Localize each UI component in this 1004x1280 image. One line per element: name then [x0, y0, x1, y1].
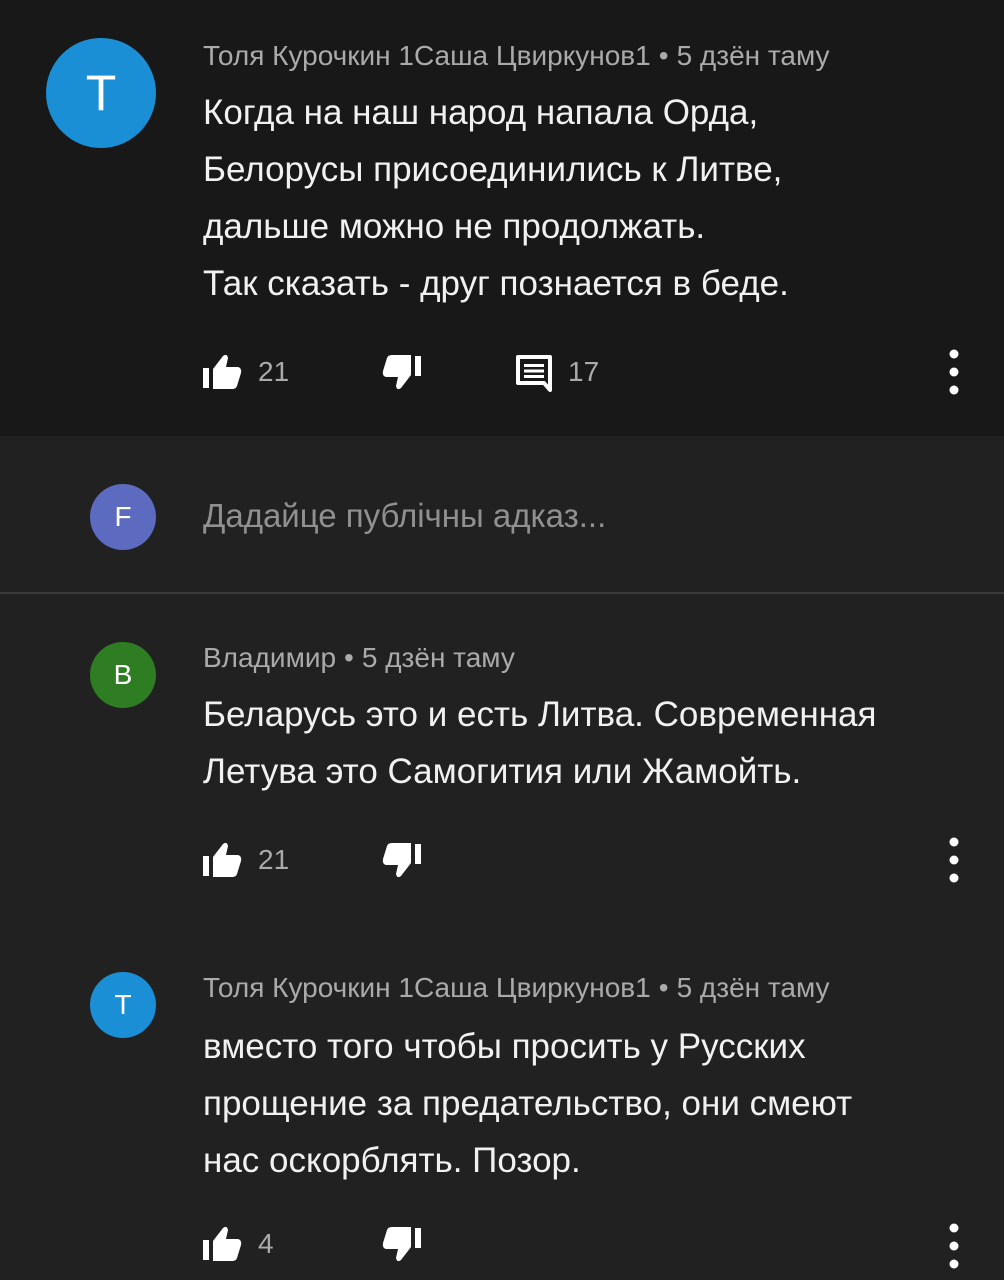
comment-line: дальше можно не продолжать.: [203, 207, 706, 246]
avatar-letter: F: [114, 501, 132, 532]
avatar-letter: T: [85, 65, 117, 121]
thumb-up-icon: [203, 842, 242, 877]
dislike-button[interactable]: [380, 840, 424, 880]
more-vert-icon[interactable]: [944, 1222, 964, 1270]
comment-line: Летува это Самогития или Жамойть.: [203, 752, 802, 791]
comment-text: Беларусь это и есть Литва. Современная Л…: [203, 686, 876, 800]
comment-line: Белорусы присоединились к Литве,: [203, 150, 783, 189]
like-count: 4: [258, 1228, 274, 1259]
comment-line: Когда на наш народ напала Орда,: [203, 93, 759, 132]
comment-author[interactable]: Толя Курочкин 1Саша Цвиркунов1: [203, 972, 651, 1003]
meta-separator: •: [658, 972, 669, 1003]
avatar-letter: B: [113, 659, 133, 690]
like-button[interactable]: 21: [200, 840, 289, 880]
divider: [0, 592, 1004, 594]
thumb-down-icon: [382, 1227, 421, 1262]
comment-time[interactable]: 5 дзён таму: [677, 972, 830, 1003]
thumb-down-icon: [382, 843, 421, 878]
avatar[interactable]: T: [90, 972, 156, 1038]
reply-count: 17: [568, 356, 600, 387]
avatar[interactable]: T: [46, 38, 156, 148]
comment-text: вместо того чтобы просить у Русских прощ…: [203, 1018, 852, 1189]
comment-icon: [516, 355, 552, 392]
comment-author[interactable]: Владимир: [203, 642, 336, 673]
like-button[interactable]: 4: [200, 1224, 274, 1264]
meta-separator: •: [344, 642, 354, 673]
comment-time[interactable]: 5 дзён таму: [677, 40, 830, 71]
dislike-button[interactable]: [380, 1224, 424, 1264]
like-count: 21: [258, 356, 290, 387]
thumb-down-icon: [382, 355, 421, 390]
comment-line: Беларусь это и есть Литва. Современная: [203, 695, 877, 734]
comment-line: Так сказать - друг познается в беде.: [203, 264, 789, 303]
meta-separator: •: [658, 40, 669, 71]
like-count: 21: [258, 844, 290, 875]
thumb-up-icon: [203, 1226, 242, 1261]
comment-meta: Толя Курочкин 1Саша Цвиркунов1 • 5 дзён та…: [203, 40, 830, 72]
comment-line: нас оскорблять. Позор.: [203, 1141, 581, 1180]
avatar[interactable]: B: [90, 642, 156, 708]
user-avatar: F: [90, 484, 156, 550]
comment-time[interactable]: 5 дзён таму: [362, 642, 515, 673]
reply-composer: F Дадайце публічны адказ...: [0, 436, 1004, 592]
reply-input[interactable]: Дадайце публічны адказ...: [203, 497, 606, 535]
dislike-button[interactable]: [380, 352, 424, 392]
comment-line: вместо того чтобы просить у Русских: [203, 1027, 806, 1066]
comment-meta: Владимир • 5 дзён таму: [203, 642, 515, 674]
like-button[interactable]: 21: [200, 352, 289, 392]
comment-text: Когда на наш народ напала Орда, Белорусы…: [203, 84, 789, 312]
reply-button[interactable]: 17: [514, 352, 599, 392]
comment-meta: Толя Курочкин 1Саша Цвиркунов1 • 5 дзён та…: [203, 972, 830, 1004]
more-vert-icon[interactable]: [944, 348, 964, 396]
thumb-up-icon: [203, 354, 242, 389]
main-comment: T Толя Курочкин 1Саша Цвиркунов1 • 5 дзён …: [0, 0, 1004, 436]
comment-line: прощение за предательство, они смеют: [203, 1084, 853, 1123]
more-vert-icon[interactable]: [944, 836, 964, 884]
avatar-letter: T: [114, 989, 132, 1020]
comment-author[interactable]: Толя Курочкин 1Саша Цвиркунов1: [203, 40, 651, 71]
